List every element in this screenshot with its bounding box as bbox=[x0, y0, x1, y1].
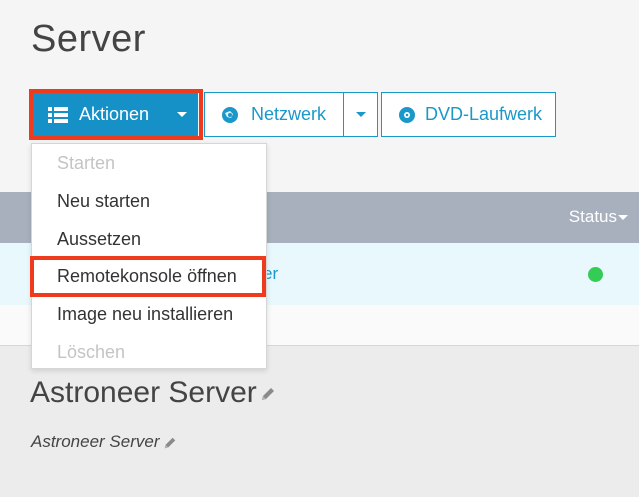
menu-item-remote-console[interactable]: Remotekonsole öffnen bbox=[57, 266, 237, 287]
list-icon bbox=[48, 106, 68, 123]
network-icon bbox=[221, 106, 239, 124]
menu-item-suspend[interactable]: Aussetzen bbox=[57, 229, 141, 250]
menu-item-restart[interactable]: Neu starten bbox=[57, 191, 150, 212]
sort-caret-icon bbox=[618, 215, 628, 220]
pencil-icon[interactable] bbox=[260, 386, 276, 402]
status-online-indicator bbox=[588, 267, 603, 282]
actions-dropdown-menu: Starten Neu starten Aussetzen Remotekons… bbox=[31, 143, 267, 369]
menu-item-reinstall-image[interactable]: Image neu installieren bbox=[57, 304, 233, 325]
network-button[interactable]: Netzwerk bbox=[204, 92, 344, 137]
menu-item-delete[interactable]: Löschen bbox=[57, 342, 125, 363]
actions-button-label: Aktionen bbox=[79, 104, 150, 124]
dvd-drive-button-label: DVD-Laufwerk bbox=[425, 104, 543, 124]
disc-icon bbox=[398, 106, 416, 124]
server-name-heading: Astroneer Server bbox=[30, 376, 276, 410]
server-description-text: Astroneer Server bbox=[31, 432, 160, 451]
server-description: Astroneer Server bbox=[31, 432, 177, 452]
network-button-label: Netzwerk bbox=[251, 104, 327, 124]
chevron-down-icon bbox=[355, 112, 366, 117]
pencil-icon[interactable] bbox=[163, 436, 177, 450]
status-column-header[interactable]: Status bbox=[569, 207, 617, 227]
chevron-down-icon bbox=[177, 112, 187, 117]
dvd-drive-button[interactable]: DVD-Laufwerk bbox=[381, 92, 556, 137]
actions-button[interactable]: Aktionen bbox=[33, 92, 198, 137]
network-dropdown-toggle[interactable] bbox=[343, 92, 378, 137]
page-title: Server bbox=[31, 18, 146, 60]
server-name-text: Astroneer Server bbox=[30, 376, 257, 409]
menu-item-start[interactable]: Starten bbox=[57, 153, 115, 174]
